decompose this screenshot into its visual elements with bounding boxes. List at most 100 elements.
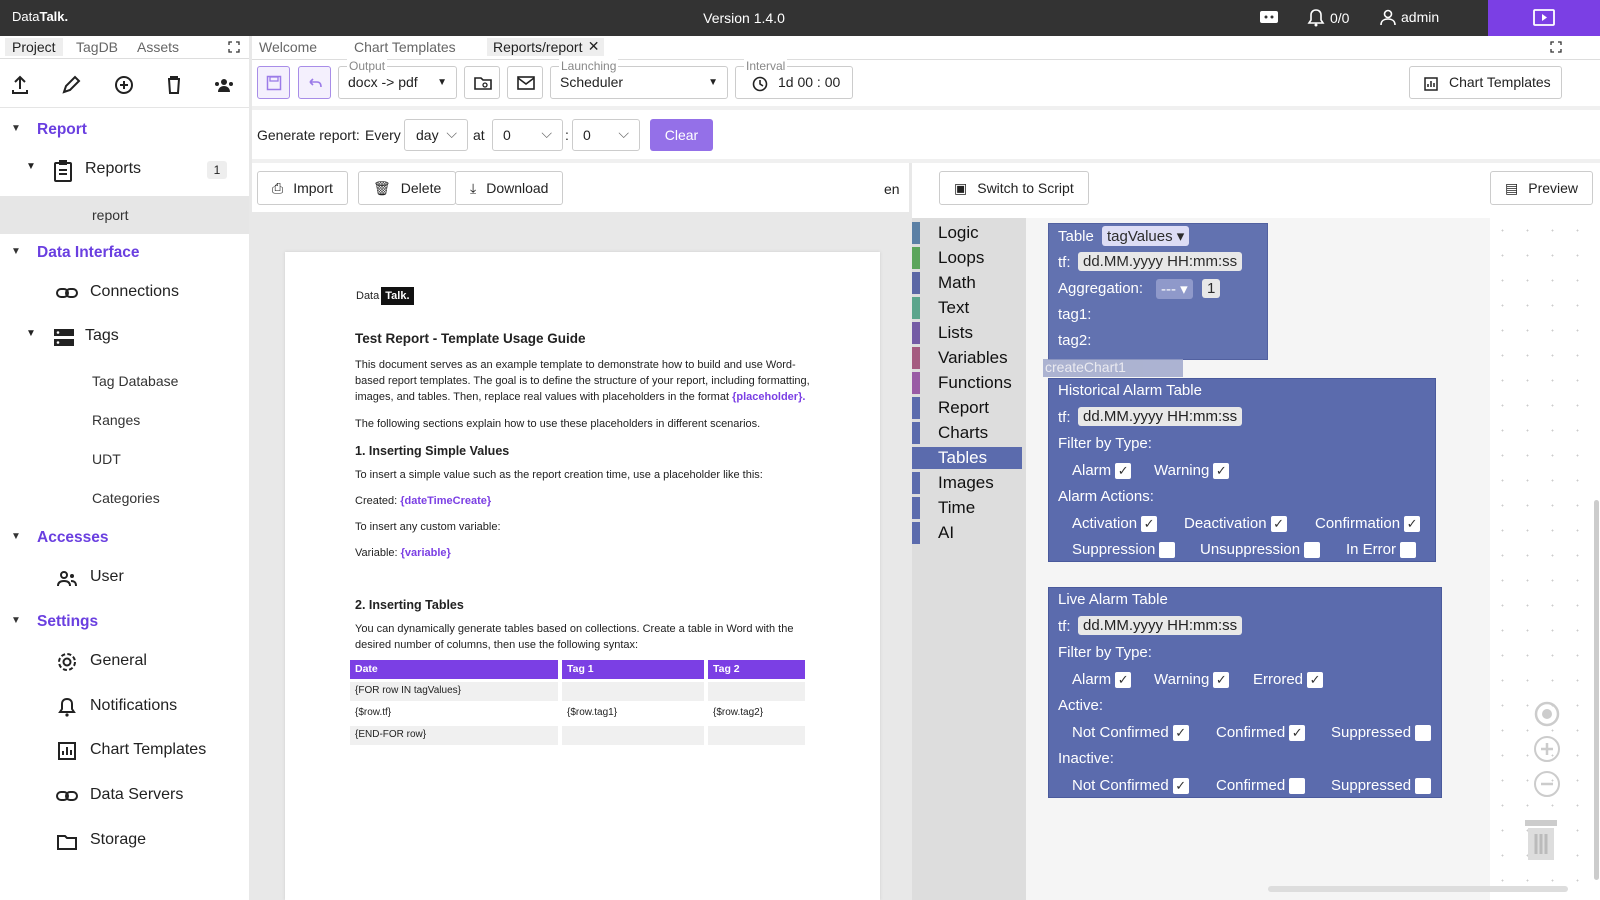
active-confirmed-checkbox[interactable]: Confirmed ✓ xyxy=(1216,724,1306,742)
tab-chart-templates[interactable]: Chart Templates xyxy=(354,39,456,55)
tf-format-field[interactable]: dd.MM.yyyy HH:mm:ss xyxy=(1078,252,1243,271)
email-button[interactable] xyxy=(507,66,543,99)
tab-welcome[interactable]: Welcome xyxy=(259,39,317,55)
tree-item-chart-templates[interactable]: Chart Templates xyxy=(0,734,250,768)
trash-icon[interactable] xyxy=(1523,818,1559,862)
category-functions[interactable]: Functions xyxy=(912,372,1022,394)
historical-alarm-table-block[interactable]: Historical Alarm Table tf: dd.MM.yyyy HH… xyxy=(1048,378,1436,562)
language-label[interactable]: en xyxy=(884,181,900,197)
clear-button[interactable]: Clear xyxy=(650,119,713,151)
inactive-confirmed-checkbox[interactable]: Confirmed xyxy=(1216,777,1306,795)
tree-item-tags[interactable]: ▼ Tags xyxy=(0,320,250,354)
create-chart-block[interactable]: createChart1 xyxy=(1043,359,1183,377)
unsuppression-checkbox[interactable]: Unsuppression xyxy=(1200,541,1321,559)
zoom-out-icon[interactable] xyxy=(1533,770,1561,798)
switch-to-script-button[interactable]: ▣ Switch to Script xyxy=(939,171,1089,205)
edit-icon[interactable] xyxy=(60,74,82,96)
tree-item-udt[interactable]: UDT xyxy=(0,445,250,475)
category-loops[interactable]: Loops xyxy=(912,247,1022,269)
tf-format-field[interactable]: dd.MM.yyyy HH:mm:ss xyxy=(1078,407,1243,426)
tree-item-user[interactable]: User xyxy=(0,561,250,595)
import-button[interactable]: ⎙ Import xyxy=(257,171,348,205)
tree-item-general[interactable]: General xyxy=(0,645,250,679)
tree-section-settings[interactable]: ▼ Settings xyxy=(0,611,250,635)
tree-item-connections[interactable]: Connections xyxy=(0,276,250,310)
preview-button[interactable]: ▤ Preview xyxy=(1490,171,1594,205)
expand-icon[interactable] xyxy=(228,41,240,53)
category-variables[interactable]: Variables xyxy=(912,347,1022,369)
expand-icon[interactable] xyxy=(1550,41,1562,53)
horizontal-scrollbar[interactable] xyxy=(1268,886,1568,892)
zoom-in-icon[interactable] xyxy=(1533,735,1561,763)
deactivation-checkbox[interactable]: Deactivation ✓ xyxy=(1184,515,1287,533)
in-error-checkbox[interactable]: In Error xyxy=(1346,541,1417,559)
warning-checkbox[interactable]: Warning ✓ xyxy=(1154,462,1230,480)
folder-button[interactable] xyxy=(464,66,500,99)
interval-field[interactable]: Interval 1d 00 : 00 xyxy=(735,59,853,99)
category-text[interactable]: Text xyxy=(912,297,1022,319)
minute-select[interactable]: 0 ⌵ xyxy=(572,119,640,151)
tree-item-ranges[interactable]: Ranges xyxy=(0,406,250,436)
undo-button[interactable] xyxy=(298,66,331,99)
tab-assets[interactable]: Assets xyxy=(137,39,179,55)
category-math[interactable]: Math xyxy=(912,272,1022,294)
delete-button[interactable]: 🗑 Delete xyxy=(358,171,457,205)
chart-templates-button[interactable]: Chart Templates xyxy=(1409,66,1562,99)
delete-icon[interactable] xyxy=(163,74,185,96)
run-button[interactable] xyxy=(1488,0,1600,36)
category-images[interactable]: Images xyxy=(912,472,1022,494)
tree-item-report[interactable]: report xyxy=(0,196,250,234)
category-ai[interactable]: AI xyxy=(912,522,1022,544)
tree-item-categories[interactable]: Categories xyxy=(0,484,250,514)
download-button[interactable]: ⤓ Download xyxy=(455,171,564,205)
period-select[interactable]: day ⌵ xyxy=(404,119,468,151)
aggregation-number[interactable]: 1 xyxy=(1202,279,1221,298)
active-suppressed-checkbox[interactable]: Suppressed xyxy=(1331,724,1432,742)
launching-select[interactable]: Launching Scheduler ▼ xyxy=(550,59,728,99)
vertical-scrollbar[interactable] xyxy=(1594,500,1599,880)
aggregation-dropdown[interactable]: --- ▾ xyxy=(1156,279,1193,299)
tab-project[interactable]: Project xyxy=(5,38,63,56)
tf-format-field[interactable]: dd.MM.yyyy HH:mm:ss xyxy=(1078,616,1243,635)
output-select[interactable]: Output docx -> pdf ▼ xyxy=(338,59,457,99)
tree-item-storage[interactable]: Storage xyxy=(0,824,250,858)
errored-checkbox[interactable]: Errored ✓ xyxy=(1253,671,1324,689)
tree-section-accesses[interactable]: ▼ Accesses xyxy=(0,527,250,551)
category-lists[interactable]: Lists xyxy=(912,322,1022,344)
live-alarm-table-block[interactable]: Live Alarm Table tf: dd.MM.yyyy HH:mm:ss… xyxy=(1048,587,1442,798)
add-circle-icon[interactable] xyxy=(112,74,134,96)
user-menu[interactable]: admin xyxy=(1379,8,1439,26)
inactive-not-confirmed-checkbox[interactable]: Not Confirmed ✓ xyxy=(1072,777,1189,795)
variable-dropdown[interactable]: tagValues ▾ xyxy=(1102,226,1190,246)
tab-tagdb[interactable]: TagDB xyxy=(76,39,118,55)
category-report[interactable]: Report xyxy=(912,397,1022,419)
recenter-icon[interactable] xyxy=(1533,700,1561,728)
active-not-confirmed-checkbox[interactable]: Not Confirmed ✓ xyxy=(1072,724,1189,742)
chat-icon[interactable] xyxy=(1258,8,1280,26)
tree-section-data-interface[interactable]: ▼ Data Interface xyxy=(0,242,250,266)
category-time[interactable]: Time xyxy=(912,497,1022,519)
alarm-checkbox[interactable]: Alarm ✓ xyxy=(1072,671,1132,689)
tree-section-report[interactable]: ▼ Report xyxy=(0,119,250,143)
alarm-checkbox[interactable]: Alarm ✓ xyxy=(1072,462,1132,480)
close-icon[interactable]: ✕ xyxy=(588,38,600,55)
group-icon[interactable] xyxy=(213,74,235,96)
tree-item-notifications[interactable]: Notifications xyxy=(0,690,250,724)
category-charts[interactable]: Charts xyxy=(912,422,1022,444)
activation-checkbox[interactable]: Activation ✓ xyxy=(1072,515,1158,533)
confirmation-checkbox[interactable]: Confirmation ✓ xyxy=(1315,515,1421,533)
upload-icon[interactable] xyxy=(9,74,31,96)
save-button[interactable] xyxy=(257,66,290,99)
hour-select[interactable]: 0 ⌵ xyxy=(492,119,563,151)
tree-item-data-servers[interactable]: Data Servers xyxy=(0,779,250,813)
category-tables[interactable]: Tables xyxy=(912,447,1022,469)
tree-item-reports[interactable]: ▼ Reports 1 xyxy=(0,153,250,187)
warning-checkbox[interactable]: Warning ✓ xyxy=(1154,671,1230,689)
alarm-counter[interactable]: 0/0 xyxy=(1306,8,1349,28)
inactive-suppressed-checkbox[interactable]: Suppressed xyxy=(1331,777,1432,795)
suppression-checkbox[interactable]: Suppression xyxy=(1072,541,1176,559)
category-logic[interactable]: Logic xyxy=(912,222,1022,244)
table-block[interactable]: Table tagValues ▾ tf: dd.MM.yyyy HH:mm:s… xyxy=(1048,223,1268,360)
tab-reports-report[interactable]: Reports/report ✕ xyxy=(487,38,605,56)
tree-item-tag-database[interactable]: Tag Database xyxy=(0,367,250,397)
